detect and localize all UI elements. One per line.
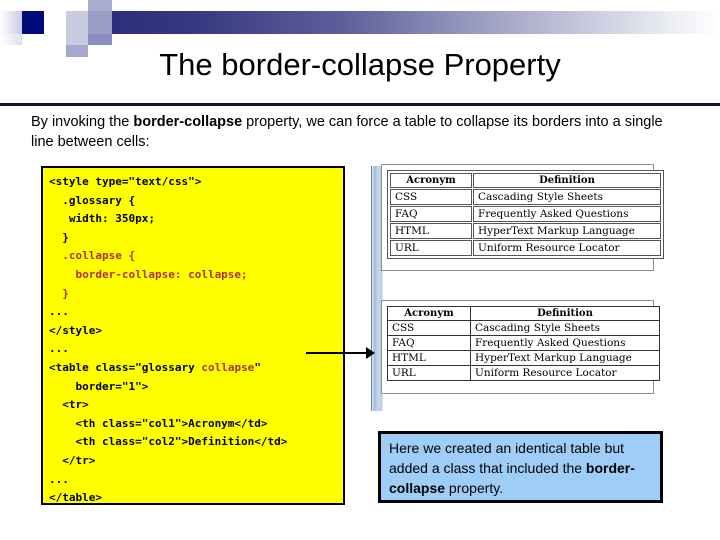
header-square-decor	[88, 34, 112, 45]
table-cell: Uniform Resource Locator	[470, 365, 660, 381]
table-row: FAQ Frequently Asked Questions	[387, 335, 660, 351]
code-token: }	[49, 230, 69, 244]
table-cell: CSS	[390, 189, 472, 205]
code-token: }	[49, 286, 69, 300]
header-square-decor	[44, 11, 66, 34]
header-square-decor	[88, 0, 112, 11]
table-header-cell: Definition	[470, 306, 660, 321]
code-token: "	[254, 360, 261, 374]
table-cell: URL	[390, 240, 472, 256]
code-line: width: 350px;	[49, 210, 343, 229]
code-token: <tr>	[49, 398, 89, 412]
code-token: .glossary {	[49, 193, 136, 207]
table-row: URL Uniform Resource Locator	[387, 365, 660, 381]
code-line: <table class="glossary collapse"	[49, 359, 343, 378]
code-token: border-collapse: collapse;	[49, 267, 248, 281]
header-square-decor	[66, 34, 88, 45]
table-header-cell: Definition	[473, 173, 661, 188]
code-token: ...	[49, 472, 69, 486]
body-text-bold: border-collapse	[133, 114, 243, 130]
header-square-decor	[0, 34, 22, 45]
table-header-row: Acronym Definition	[390, 173, 661, 188]
code-token: width: 350px;	[49, 212, 155, 226]
table-cell: Cascading Style Sheets	[473, 189, 661, 205]
code-token: .collapse {	[49, 249, 136, 263]
table-row: FAQ Frequently Asked Questions	[390, 206, 661, 222]
table-cell: HTML	[390, 223, 472, 239]
table-cell: URL	[387, 365, 471, 381]
table-cell: HyperText Markup Language	[470, 350, 660, 366]
table-cell: CSS	[387, 320, 471, 336]
header-square-decor	[44, 34, 66, 45]
table-cell: Frequently Asked Questions	[473, 206, 661, 222]
code-token: </table>	[49, 491, 102, 505]
code-token: ...	[49, 342, 69, 356]
title-divider	[0, 103, 720, 106]
table-cell: Uniform Resource Locator	[473, 240, 661, 256]
code-token: ...	[49, 305, 69, 319]
code-token: <th class="col2">Definition</td>	[49, 435, 288, 449]
connector-arrow-line	[306, 352, 371, 354]
code-line: border="1">	[49, 378, 343, 397]
code-token: collapse	[201, 360, 255, 374]
code-line: <th class="col1">Acronym</td>	[49, 415, 343, 434]
table-cell: FAQ	[387, 335, 471, 351]
page-title: The border-collapse Property	[159, 47, 561, 82]
code-token: border="1">	[49, 379, 149, 393]
table-row: CSS Cascading Style Sheets	[387, 320, 660, 336]
table-header-row: Acronym Definition	[387, 306, 660, 321]
header-square-decor	[88, 11, 112, 34]
code-line: ...	[49, 303, 343, 322]
code-line: border-collapse: collapse;	[49, 266, 343, 285]
table-cell: HTML	[387, 350, 471, 366]
slide: The border-collapse Property By invoking…	[0, 0, 720, 540]
table-header-cell: Acronym	[387, 306, 471, 321]
code-line: }	[49, 229, 343, 248]
caption-line1: Here we created an identical table	[389, 440, 601, 456]
caption-tail: property.	[445, 479, 504, 496]
code-line: ...	[49, 340, 343, 359]
glossary-table-separated: Acronym Definition CSS Cascading Style Shee…	[387, 170, 664, 259]
table-row: CSS Cascading Style Sheets	[390, 189, 661, 205]
code-line: </style>	[49, 322, 343, 341]
code-line: }	[49, 285, 343, 304]
code-block: <style type="text/css"> .glossary { widt…	[41, 166, 345, 505]
code-token: <style type="text/css">	[49, 175, 202, 188]
table-row: HTML HyperText Markup Language	[387, 350, 660, 366]
table-cell: Frequently Asked Questions	[470, 335, 660, 351]
code-line: </tr>	[49, 452, 343, 471]
code-line: .collapse {	[49, 247, 343, 266]
code-line: ...	[49, 471, 343, 490]
code-token: </style>	[49, 323, 102, 337]
connector-arrow-head	[366, 347, 375, 359]
code-token: <table class="glossary	[49, 360, 202, 374]
table-cell: FAQ	[390, 206, 472, 222]
table-row: HTML HyperText Markup Language	[390, 223, 661, 239]
code-line: </table>	[49, 489, 343, 508]
code-line: <tr>	[49, 396, 343, 415]
glossary-table-collapsed: Acronym Definition CSS Cascading Style Shee…	[387, 306, 660, 381]
header-square-decor	[22, 11, 44, 34]
header-gradient-band	[112, 11, 720, 34]
body-text-prefix: By invoking the	[31, 114, 134, 130]
body-paragraph: By invoking the border-collapse property…	[31, 113, 676, 152]
code-line: .glossary {	[49, 192, 343, 211]
header-square-decor	[66, 0, 88, 11]
header-square-decor	[66, 11, 88, 34]
table-row: URL Uniform Resource Locator	[390, 240, 661, 256]
header-square-decor	[0, 11, 22, 34]
code-line: <th class="col2">Definition</td>	[49, 433, 343, 452]
code-token: <th class="col1">Acronym</td>	[49, 416, 268, 430]
code-line: <style type="text/css">	[49, 173, 343, 192]
table-header-cell: Acronym	[390, 173, 472, 188]
caption-box: Here we created an identical table but a…	[378, 431, 663, 503]
code-token: </tr>	[49, 453, 96, 467]
table-cell: HyperText Markup Language	[473, 223, 661, 239]
table-cell: Cascading Style Sheets	[470, 320, 660, 336]
